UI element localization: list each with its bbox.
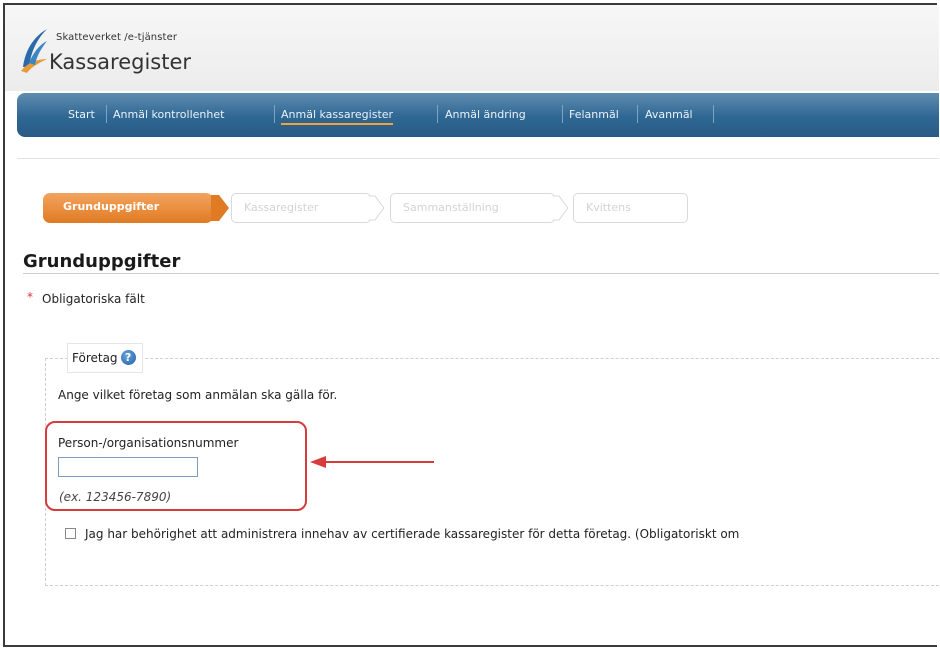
required-marker: * [27, 290, 33, 304]
orgnr-input[interactable] [58, 457, 198, 477]
nav-separator [637, 105, 638, 123]
nav-item-avanmal[interactable]: Avanmäl [645, 108, 693, 121]
required-note: Obligatoriska fält [42, 292, 145, 306]
page-title: Grunduppgifter [23, 251, 181, 272]
nav-item-anmal-kontrollenhet[interactable]: Anmäl kontrollenhet [113, 108, 224, 121]
nav-separator [274, 105, 275, 123]
nav-separator [713, 105, 714, 123]
step-arrow-icon [369, 195, 385, 221]
step-grunduppgifter: Grunduppgifter [43, 193, 213, 223]
nav-item-felanmal[interactable]: Felanmäl [569, 108, 619, 121]
orgnr-hint: (ex. 123456-7890) [59, 490, 172, 504]
org-name: Skatteverket /e-tjänster [56, 32, 178, 43]
app-window: Skatteverket /e-tjänster Kassaregister S… [3, 3, 939, 647]
step-sammanstallning: Sammanställning [390, 193, 555, 223]
app-title: Kassaregister [49, 50, 192, 74]
nav-separator [106, 105, 107, 123]
nav-item-anmal-kassaregister[interactable]: Anmäl kassaregister [281, 108, 394, 125]
nav-separator [562, 105, 563, 123]
title-underline [23, 273, 939, 274]
nav-separator [437, 105, 438, 123]
fieldset-legend: Företag? [67, 343, 143, 373]
orgnr-label: Person-/organisationsnummer [58, 436, 239, 450]
authorization-checkbox-label[interactable]: Jag har behörighet att administrera inne… [85, 527, 739, 541]
divider [17, 158, 939, 159]
section-description: Ange vilket företag som anmälan ska gäll… [58, 388, 338, 402]
skatteverket-logo-icon [21, 29, 47, 73]
step-kassaregister: Kassaregister [231, 193, 371, 223]
header: Skatteverket /e-tjänster Kassaregister [5, 5, 939, 91]
step-arrow-icon [553, 195, 569, 221]
nav-item-anmal-andring[interactable]: Anmäl ändring [445, 108, 526, 121]
step-kvittens: Kvittens [573, 193, 688, 223]
annotation-arrow-icon [310, 456, 434, 468]
legend-label: Företag [72, 351, 118, 365]
step-arrow-icon [211, 195, 229, 221]
help-icon[interactable]: ? [120, 350, 136, 365]
nav-item-start[interactable]: Start [68, 108, 95, 121]
authorization-checkbox[interactable] [65, 528, 76, 539]
main-nav: Start Anmäl kontrollenhet Anmäl kassareg… [17, 93, 939, 137]
